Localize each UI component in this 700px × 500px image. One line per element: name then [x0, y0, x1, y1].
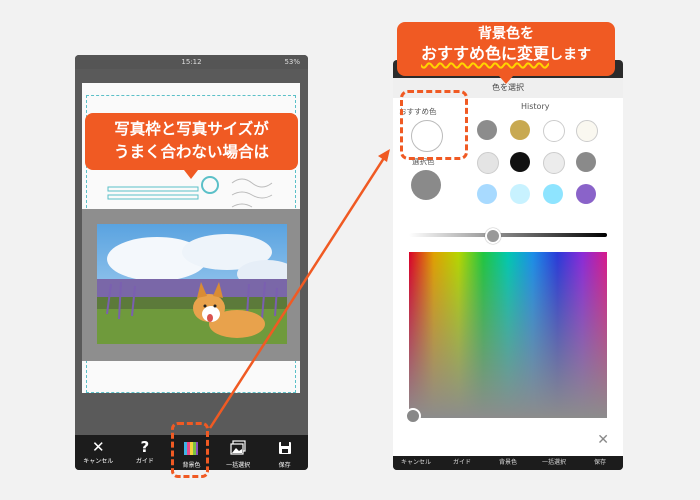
history-color-swatch[interactable]: [543, 152, 565, 174]
history-color-swatch[interactable]: [543, 120, 565, 142]
callout-recommended-color: 背景色を おすすめ色に変更します: [397, 22, 615, 76]
close-icon[interactable]: ✕: [597, 432, 609, 448]
history-color-swatch[interactable]: [510, 120, 530, 140]
history-color-swatch[interactable]: [543, 184, 563, 204]
history-color-swatch[interactable]: [576, 184, 596, 204]
history-color-swatch[interactable]: [576, 120, 598, 142]
history-color-swatch[interactable]: [510, 152, 530, 172]
history-color-swatch[interactable]: [576, 152, 596, 172]
brightness-slider[interactable]: [409, 233, 607, 237]
callout-tail: [499, 76, 513, 84]
history-color-swatch[interactable]: [477, 184, 497, 204]
bottom-toolbar-peek: キャンセル ガイド 背景色 一括選択 保存: [393, 456, 623, 470]
history-color-swatch[interactable]: [510, 184, 530, 204]
color-spectrum-area[interactable]: [409, 252, 607, 418]
history-color-swatch[interactable]: [477, 152, 499, 174]
brightness-slider-handle[interactable]: [485, 228, 502, 244]
history-color-swatch[interactable]: [477, 120, 497, 140]
highlight-recommended-color: [400, 90, 468, 160]
spectrum-picker-handle[interactable]: [405, 408, 421, 424]
